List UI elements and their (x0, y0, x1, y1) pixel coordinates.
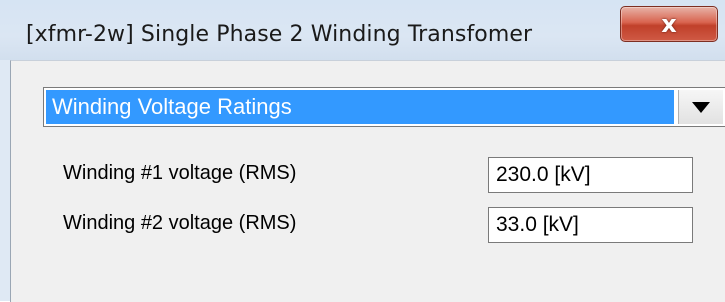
close-icon: x (661, 10, 677, 38)
dropdown-selected-label: Winding Voltage Ratings (52, 94, 292, 119)
winding-2-voltage-input[interactable]: 33.0 [kV] (488, 207, 693, 243)
dropdown-button[interactable] (678, 90, 723, 124)
window-title: [xfmr-2w] Single Phase 2 Winding Transfo… (26, 22, 533, 47)
dropdown-selected-item[interactable]: Winding Voltage Ratings (46, 90, 674, 124)
dialog-content: Winding Voltage Ratings Winding #1 volta… (10, 60, 725, 302)
winding-1-voltage-label: Winding #1 voltage (RMS) (63, 162, 297, 184)
category-dropdown[interactable]: Winding Voltage Ratings (43, 87, 725, 127)
title-bar[interactable]: [xfmr-2w] Single Phase 2 Winding Transfo… (0, 0, 725, 60)
dialog-window: [xfmr-2w] Single Phase 2 Winding Transfo… (0, 0, 725, 302)
close-button[interactable]: x (620, 6, 718, 42)
chevron-down-icon (692, 102, 710, 113)
winding-2-voltage-label: Winding #2 voltage (RMS) (63, 212, 297, 234)
winding-1-voltage-input[interactable]: 230.0 [kV] (488, 157, 693, 193)
